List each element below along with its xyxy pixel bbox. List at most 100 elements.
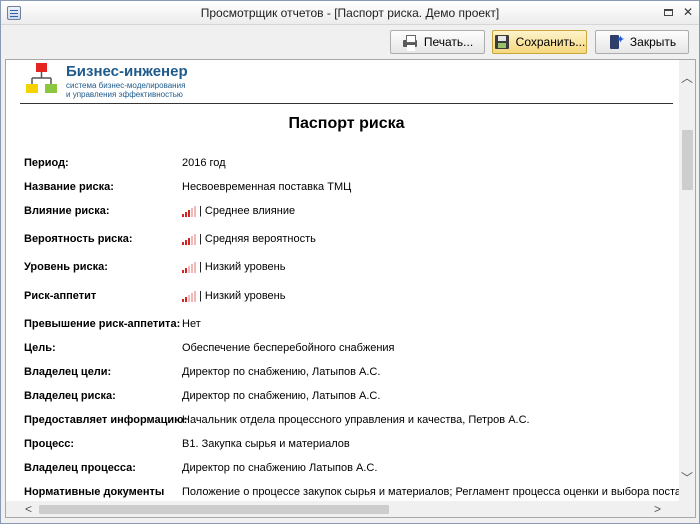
field-value: 2016 год: [182, 157, 226, 169]
horizontal-scroll-thumb[interactable]: [39, 505, 389, 514]
report-field-row: Процесс: В1. Закупка сырья и материалов: [24, 438, 679, 454]
field-value: Директор по снабжению Латыпов А.С.: [182, 462, 377, 474]
signal-bar: [188, 238, 190, 245]
field-label: Название риска:: [24, 181, 114, 193]
field-label: Нормативные документы: [24, 486, 165, 498]
signal-bar: [185, 268, 187, 273]
save-button[interactable]: Сохранить...: [492, 30, 587, 54]
risk-level-signal-icon: [182, 262, 196, 273]
report-field-row: Уровень риска: | Низкий уровень: [24, 261, 679, 277]
report-page: Бизнес-инженер система бизнес-моделирова…: [6, 60, 679, 501]
scrollbar-corner: [679, 501, 695, 517]
field-value-text: Нет: [182, 318, 201, 330]
restore-icon: [663, 9, 673, 16]
field-value: Положение о процессе закупок сырья и мат…: [182, 486, 679, 498]
report-field-row: Владелец цели: Директор по снабжению, Лат…: [24, 366, 679, 382]
report-field-row: Название риска: Несвоевременная поставка …: [24, 181, 679, 197]
exit-door-icon: [608, 33, 625, 50]
signal-bar: [194, 234, 196, 245]
field-value-text: | Средняя вероятность: [199, 233, 316, 245]
field-value-text: Директор по снабжению Латыпов А.С.: [182, 462, 378, 474]
field-value: Начальник отдела процессного управления …: [182, 414, 530, 426]
field-value-text: Обеспечение бесперебойного снабжения: [182, 342, 395, 354]
field-label: Превышение риск-аппетита:: [24, 318, 181, 330]
scroll-left-arrow-icon[interactable]: <: [20, 501, 37, 517]
logo-subtitle: система бизнес-моделирования и управлени…: [66, 81, 216, 99]
report-field-row: Риск-аппетит | Низкий уровень: [24, 290, 679, 306]
signal-bar: [188, 266, 190, 273]
horizontal-scrollbar[interactable]: < >: [6, 501, 679, 517]
signal-bar: [188, 295, 190, 302]
field-label: Владелец цели:: [24, 366, 112, 378]
field-value-text: | Низкий уровень: [199, 290, 286, 302]
signal-bar: [194, 206, 196, 217]
field-label: Вероятность риска:: [24, 233, 133, 245]
signal-bar: [185, 297, 187, 302]
floppy-disk-icon: [494, 34, 510, 50]
report-viewer-window: Просмотрщик отчетов - [Паспорт риска. Де…: [0, 0, 700, 524]
field-value: Несвоевременная поставка ТМЦ: [182, 181, 351, 193]
logo-red-block: [36, 63, 47, 72]
field-label: Цель:: [24, 342, 56, 354]
field-value: | Низкий уровень: [182, 290, 285, 302]
scroll-down-arrow-icon[interactable]: ﹀: [679, 470, 695, 487]
close-window-button[interactable]: ✕: [681, 6, 695, 19]
header-divider: [20, 103, 673, 104]
close-icon: ✕: [682, 5, 694, 19]
window-title: Просмотрщик отчетов - [Паспорт риска. Де…: [200, 6, 500, 20]
field-value-text: Положение о процессе закупок сырья и мат…: [182, 486, 679, 498]
field-value-text: Начальник отдела процессного управления …: [182, 414, 530, 426]
field-label: Владелец процесса:: [24, 462, 136, 474]
vertical-scroll-thumb[interactable]: [682, 130, 693, 190]
report-field-row: Предоставляет информацию: Начальник отдел…: [24, 414, 679, 430]
company-logo: Бизнес-инженер система бизнес-моделирова…: [25, 62, 225, 102]
field-value-text: В1. Закупка сырья и материалов: [182, 438, 350, 450]
signal-bar: [191, 264, 193, 273]
field-value-text: Несвоевременная поставка ТМЦ: [182, 181, 352, 193]
signal-bar: [194, 262, 196, 273]
print-button[interactable]: Печать...: [390, 30, 485, 54]
restore-window-button[interactable]: [661, 6, 675, 19]
signal-bar: [185, 240, 187, 245]
close-report-button[interactable]: Закрыть: [595, 30, 689, 54]
report-viewport: Бизнес-инженер система бизнес-моделирова…: [5, 59, 696, 518]
report-field-row: Период: 2016 год: [24, 157, 679, 173]
scroll-right-arrow-icon[interactable]: >: [649, 501, 666, 517]
report-field-row: Вероятность риска: | Средняя вероятность: [24, 233, 679, 249]
field-value: Директор по снабжению, Латыпов А.С.: [182, 366, 380, 378]
field-label: Период:: [24, 157, 69, 169]
report-field-row: Влияние риска: | Среднее влияние: [24, 205, 679, 221]
save-button-label: Сохранить...: [515, 35, 586, 49]
field-label: Влияние риска:: [24, 205, 110, 217]
field-label: Процесс:: [24, 438, 74, 450]
report-field-row: Цель: Обеспечение бесперебойного снабжени…: [24, 342, 679, 358]
field-value: Нет: [182, 318, 201, 330]
signal-bar: [182, 299, 184, 302]
field-value-text: Директор по снабжению, Латыпов А.С.: [182, 366, 381, 378]
field-value: Директор по снабжению, Латыпов А.С.: [182, 390, 380, 402]
report-field-row: Превышение риск-аппетита: Нет: [24, 318, 679, 334]
signal-bar: [182, 270, 184, 273]
risk-level-signal-icon: [182, 234, 196, 245]
org-chart-logo-icon: [26, 63, 57, 93]
signal-bar: [185, 212, 187, 217]
signal-bar: [182, 242, 184, 245]
logo-yellow-block: [26, 84, 38, 93]
report-title: Паспорт риска: [288, 115, 405, 132]
field-value-text: Директор по снабжению, Латыпов А.С.: [182, 390, 381, 402]
field-value: | Средняя вероятность: [182, 233, 316, 245]
risk-level-signal-icon: [182, 206, 196, 217]
field-value: | Среднее влияние: [182, 205, 295, 217]
field-label: Предоставляет информацию:: [24, 414, 188, 426]
signal-bar: [182, 214, 184, 217]
toolbar: Печать... Сохранить... Закрыть: [1, 26, 699, 59]
scroll-up-arrow-icon[interactable]: ︿: [679, 70, 695, 87]
field-value: Обеспечение бесперебойного снабжения: [182, 342, 395, 354]
report-field-row: Нормативные документы Положение о процесс…: [24, 486, 679, 501]
field-value-text: 2016 год: [182, 157, 226, 169]
vertical-scrollbar[interactable]: ︿ ﹀: [679, 60, 695, 501]
title-bar: Просмотрщик отчетов - [Паспорт риска. Де…: [1, 1, 699, 25]
signal-bar: [188, 210, 190, 217]
field-label: Риск-аппетит: [24, 290, 97, 302]
printer-icon: [402, 34, 418, 50]
